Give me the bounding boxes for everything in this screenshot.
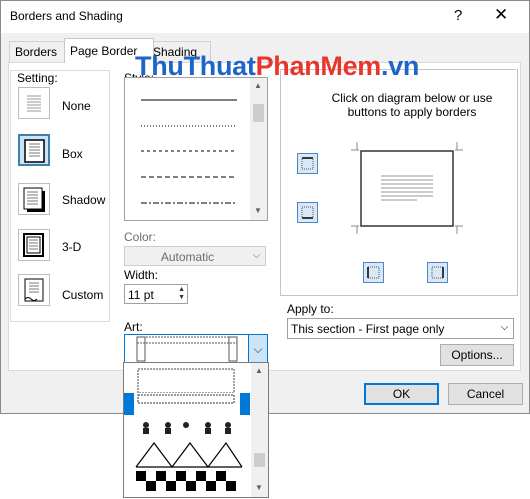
- left-border-icon: [367, 266, 380, 279]
- art-select[interactable]: ⌵: [124, 334, 268, 364]
- art-scrollbar[interactable]: ▲ ▼: [251, 363, 268, 497]
- shadow-page-icon: [23, 187, 45, 212]
- tab-borders-label: Borders: [15, 45, 58, 59]
- art-scroll-thumb[interactable]: [254, 453, 265, 467]
- none-page-icon: [27, 95, 41, 112]
- width-label: Width:: [124, 268, 159, 282]
- 3d-page-icon: [23, 233, 44, 257]
- color-chevron-down-icon: ⌵: [252, 250, 261, 261]
- bottom-border-button[interactable]: [297, 202, 318, 223]
- art-chevron-down-icon[interactable]: ⌵: [248, 335, 267, 363]
- box-page-icon: [24, 139, 45, 163]
- watermark-part2: PhanMem: [255, 51, 382, 81]
- style-list[interactable]: ▲ ▼: [124, 77, 268, 221]
- tab-page-border-label: Page Border: [70, 44, 138, 58]
- right-border-icon: [431, 266, 444, 279]
- art-border-samples: [124, 368, 250, 491]
- setting-label: Setting:: [17, 71, 58, 85]
- watermark-part1: ThuThuat: [135, 51, 256, 81]
- setting-shadow-label[interactable]: Shadow: [62, 193, 105, 207]
- spin-arrows-icon[interactable]: ▲ ▼: [178, 286, 185, 302]
- setting-3d-icon[interactable]: [18, 229, 50, 261]
- top-border-icon: [301, 157, 314, 170]
- ok-button[interactable]: OK: [364, 383, 439, 405]
- left-border-button[interactable]: [363, 262, 384, 283]
- setting-box-icon[interactable]: [18, 134, 50, 166]
- setting-none-icon[interactable]: [18, 87, 50, 119]
- art-scroll-down-icon[interactable]: ▼: [255, 483, 263, 492]
- color-value: Automatic: [160, 250, 215, 264]
- title-bar: Borders and Shading ? ✕: [1, 1, 529, 33]
- setting-custom-icon[interactable]: [18, 274, 50, 306]
- color-label: Color:: [124, 230, 157, 244]
- preview-instructions: Click on diagram below or use buttons to…: [331, 91, 493, 119]
- art-label: Art:: [124, 320, 143, 334]
- options-button[interactable]: Options...: [440, 344, 514, 366]
- preview-diagram[interactable]: [347, 138, 467, 238]
- watermark-part3: .vn: [381, 51, 420, 81]
- apply-to-select[interactable]: This section - First page only ⌵: [287, 318, 514, 339]
- apply-to-chevron-down-icon: ⌵: [500, 322, 509, 333]
- setting-none-label[interactable]: None: [62, 99, 91, 113]
- custom-page-icon: [24, 278, 44, 302]
- dialog-title: Borders and Shading: [10, 9, 123, 23]
- width-value: 11 pt: [128, 288, 154, 302]
- help-button[interactable]: ?: [454, 7, 462, 24]
- close-button[interactable]: ✕: [494, 5, 508, 25]
- art-scroll-up-icon[interactable]: ▲: [255, 366, 263, 375]
- style-scrollbar[interactable]: ▲ ▼: [250, 78, 267, 220]
- color-select[interactable]: Automatic ⌵: [124, 246, 266, 266]
- style-line-samples: [141, 99, 237, 204]
- apply-to-value: This section - First page only: [291, 322, 445, 336]
- style-scroll-thumb[interactable]: [253, 104, 264, 122]
- art-selected-sample: [136, 336, 238, 362]
- setting-shadow-icon[interactable]: [18, 183, 50, 215]
- top-border-button[interactable]: [297, 153, 318, 174]
- setting-3d-label[interactable]: 3-D: [62, 240, 81, 254]
- bottom-border-icon: [301, 206, 314, 219]
- watermark-logo: ThuThuatPhanMem.vn: [135, 51, 419, 82]
- right-border-button[interactable]: [427, 262, 448, 283]
- tab-borders[interactable]: Borders: [9, 41, 70, 62]
- art-dropdown-list[interactable]: ▲ ▼: [123, 362, 269, 498]
- setting-box-label[interactable]: Box: [62, 147, 83, 161]
- width-spinner[interactable]: 11 pt ▲ ▼: [124, 284, 188, 304]
- apply-to-label: Apply to:: [287, 302, 334, 316]
- setting-custom-label[interactable]: Custom: [62, 288, 103, 302]
- scroll-up-icon[interactable]: ▲: [254, 81, 262, 90]
- scroll-down-icon[interactable]: ▼: [254, 206, 262, 215]
- cancel-button[interactable]: Cancel: [448, 383, 523, 405]
